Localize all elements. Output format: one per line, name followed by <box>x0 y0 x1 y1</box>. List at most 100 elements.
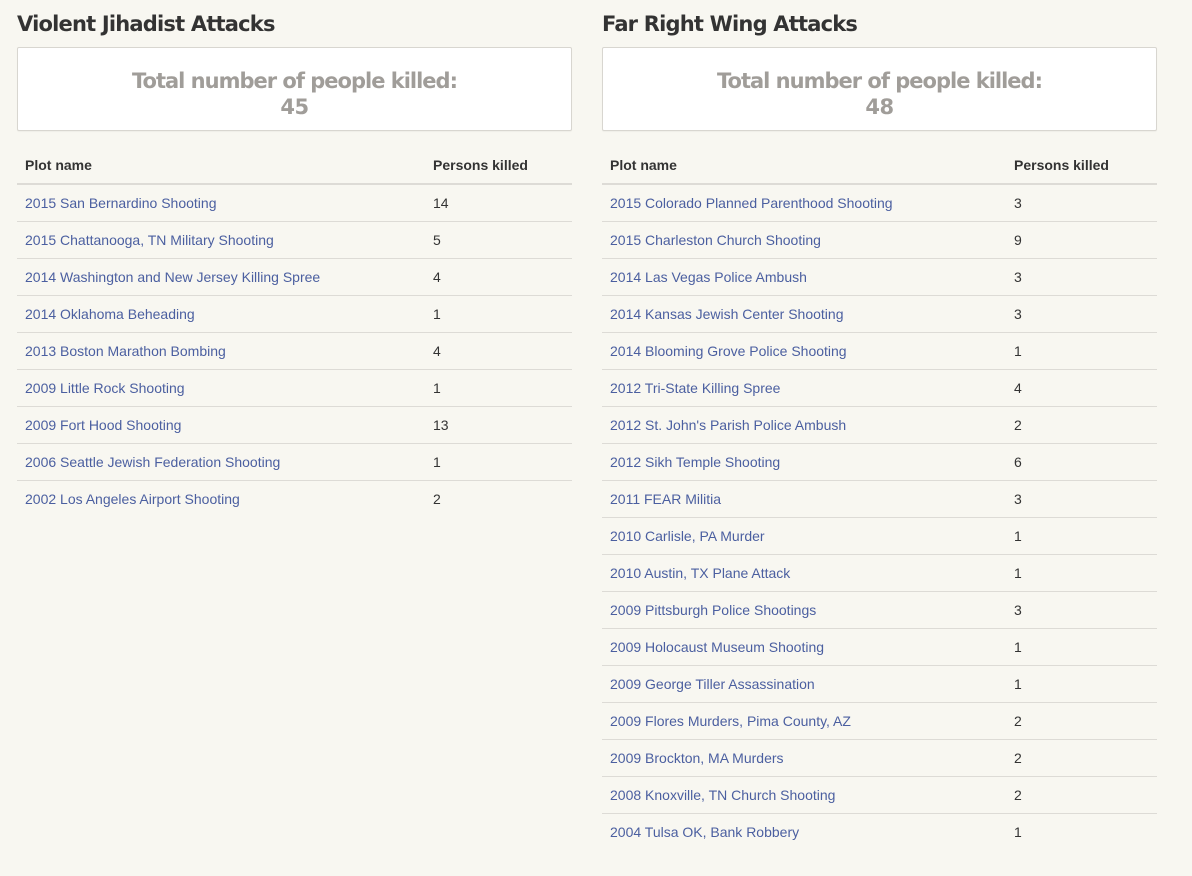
plot-name-cell: 2009 Little Rock Shooting <box>17 369 425 407</box>
persons-killed-cell: 3 <box>1006 258 1157 296</box>
plot-name-link[interactable]: 2014 Oklahoma Beheading <box>25 306 195 322</box>
persons-killed-cell: 3 <box>1006 295 1157 333</box>
persons-killed-cell: 1 <box>1006 554 1157 592</box>
plot-name-cell: 2010 Carlisle, PA Murder <box>602 517 1006 555</box>
plot-name-cell: 2008 Knoxville, TN Church Shooting <box>602 776 1006 814</box>
plot-name-link[interactable]: 2008 Knoxville, TN Church Shooting <box>610 787 835 803</box>
table-row: 2009 Fort Hood Shooting 13 <box>17 406 572 444</box>
table-row: 2009 George Tiller Assassination 1 <box>602 665 1157 703</box>
table-row: 2009 Holocaust Museum Shooting 1 <box>602 628 1157 666</box>
farright-table-body: 2015 Colorado Planned Parenthood Shootin… <box>602 184 1157 850</box>
plot-name-link[interactable]: 2013 Boston Marathon Bombing <box>25 343 226 359</box>
table-row: 2009 Flores Murders, Pima County, AZ 2 <box>602 702 1157 740</box>
plot-name-cell: 2009 Brockton, MA Murders <box>602 739 1006 777</box>
table-row: 2010 Austin, TX Plane Attack 1 <box>602 554 1157 592</box>
plot-name-link[interactable]: 2009 George Tiller Assassination <box>610 676 815 692</box>
persons-killed-cell: 1 <box>1006 332 1157 370</box>
persons-killed-cell: 14 <box>425 184 572 222</box>
plot-name-cell: 2013 Boston Marathon Bombing <box>17 332 425 370</box>
plot-name-cell: 2014 Kansas Jewish Center Shooting <box>602 295 1006 333</box>
persons-killed-cell: 13 <box>425 406 572 444</box>
table-row: 2014 Kansas Jewish Center Shooting 3 <box>602 295 1157 333</box>
plot-name-link[interactable]: 2009 Little Rock Shooting <box>25 380 185 396</box>
persons-killed-cell: 2 <box>1006 406 1157 444</box>
table-row: 2002 Los Angeles Airport Shooting 2 <box>17 481 572 518</box>
jihadist-table-body: 2015 San Bernardino Shooting 14 2015 Chatt… <box>17 184 572 517</box>
persons-killed-cell: 3 <box>1006 591 1157 629</box>
persons-killed-cell: 2 <box>433 491 441 507</box>
persons-killed-cell: 1 <box>1014 824 1022 840</box>
plot-name-link[interactable]: 2012 St. John's Parish Police Ambush <box>610 417 846 433</box>
plot-name-link[interactable]: 2014 Kansas Jewish Center Shooting <box>610 306 843 322</box>
plot-name-cell: 2012 Sikh Temple Shooting <box>602 443 1006 481</box>
plot-name-cell: 2006 Seattle Jewish Federation Shooting <box>17 443 425 481</box>
table-row: 2009 Little Rock Shooting 1 <box>17 369 572 407</box>
table-header-row: Plot name Persons killed <box>602 147 1157 185</box>
plot-name-link[interactable]: 2009 Fort Hood Shooting <box>25 417 181 433</box>
plot-name-link[interactable]: 2009 Holocaust Museum Shooting <box>610 639 824 655</box>
persons-killed-cell: 1 <box>425 295 572 333</box>
jihadist-table: Plot name Persons killed 2015 San Bernar… <box>17 147 572 517</box>
persons-killed-cell: 1 <box>425 443 572 481</box>
table-row: 2004 Tulsa OK, Bank Robbery 1 <box>602 814 1157 851</box>
plot-name-link[interactable]: 2006 Seattle Jewish Federation Shooting <box>25 454 280 470</box>
plot-name-cell: 2004 Tulsa OK, Bank Robbery <box>602 814 1006 851</box>
table-row: 2014 Washington and New Jersey Killing S… <box>17 258 572 296</box>
persons-killed-cell: 4 <box>425 258 572 296</box>
table-header-row: Plot name Persons killed <box>17 147 572 185</box>
table-row: 2009 Pittsburgh Police Shootings 3 <box>602 591 1157 629</box>
plot-name-link[interactable]: 2009 Flores Murders, Pima County, AZ <box>610 713 851 729</box>
table-row: 2012 St. John's Parish Police Ambush 2 <box>602 406 1157 444</box>
plot-name-cell: 2015 San Bernardino Shooting <box>17 184 425 222</box>
plot-name-cell: 2009 Holocaust Museum Shooting <box>602 628 1006 666</box>
persons-killed-cell: 2 <box>1006 776 1157 814</box>
table-row: 2006 Seattle Jewish Federation Shooting 1 <box>17 443 572 481</box>
farright-total-label: Total number of people killed: <box>716 69 1043 93</box>
farright-table: Plot name Persons killed 2015 Colorado P… <box>602 147 1157 850</box>
table-row: 2015 San Bernardino Shooting 14 <box>17 184 572 222</box>
plot-name-link[interactable]: 2015 Charleston Church Shooting <box>610 232 821 248</box>
jihadist-total-value: 45 <box>280 95 309 119</box>
plot-name-link[interactable]: 2012 Sikh Temple Shooting <box>610 454 780 470</box>
table-row: 2015 Chattanooga, TN Military Shooting 5 <box>17 221 572 259</box>
plot-name-cell: 2014 Washington and New Jersey Killing S… <box>17 258 425 296</box>
plot-name-link[interactable]: 2015 Colorado Planned Parenthood Shootin… <box>610 195 893 211</box>
plot-name-link[interactable]: 2009 Brockton, MA Murders <box>610 750 784 766</box>
jihadist-total-box: Total number of people killed: 45 <box>17 47 572 131</box>
table-row: 2010 Carlisle, PA Murder 1 <box>602 517 1157 555</box>
plot-name-link[interactable]: 2012 Tri-State Killing Spree <box>610 380 780 396</box>
jihadist-total-label: Total number of people killed: <box>131 69 458 93</box>
plot-name-link[interactable]: 2011 FEAR Militia <box>610 491 721 507</box>
persons-killed-cell: 2 <box>1006 702 1157 740</box>
plot-name-link[interactable]: 2002 Los Angeles Airport Shooting <box>25 491 240 507</box>
persons-killed-cell: 2 <box>1006 739 1157 777</box>
farright-total-box: Total number of people killed: 48 <box>602 47 1157 131</box>
jihadist-panel: Violent Jihadist Attacks Total number of… <box>17 0 572 517</box>
plot-name-cell: 2009 Fort Hood Shooting <box>17 406 425 444</box>
persons-killed-cell: 5 <box>425 221 572 259</box>
plot-name-cell: 2014 Oklahoma Beheading <box>17 295 425 333</box>
table-row: 2011 FEAR Militia 3 <box>602 480 1157 518</box>
farright-title: Far Right Wing Attacks <box>602 12 858 36</box>
persons-killed-cell: 4 <box>1006 369 1157 407</box>
plot-name-link[interactable]: 2014 Blooming Grove Police Shooting <box>610 343 847 359</box>
plot-name-link[interactable]: 2014 Washington and New Jersey Killing S… <box>25 269 320 285</box>
plot-name-link[interactable]: 2014 Las Vegas Police Ambush <box>610 269 807 285</box>
plot-name-link[interactable]: 2010 Austin, TX Plane Attack <box>610 565 790 581</box>
persons-killed-cell: 1 <box>1006 628 1157 666</box>
table-row: 2015 Charleston Church Shooting 9 <box>602 221 1157 259</box>
farright-total-value: 48 <box>865 95 894 119</box>
plot-name-cell: 2009 Flores Murders, Pima County, AZ <box>602 702 1006 740</box>
plot-name-link[interactable]: 2004 Tulsa OK, Bank Robbery <box>610 824 799 840</box>
plot-name-cell: 2010 Austin, TX Plane Attack <box>602 554 1006 592</box>
plot-name-cell: 2014 Las Vegas Police Ambush <box>602 258 1006 296</box>
plot-name-link[interactable]: 2010 Carlisle, PA Murder <box>610 528 765 544</box>
plot-name-link[interactable]: 2015 Chattanooga, TN Military Shooting <box>25 232 274 248</box>
table-row: 2013 Boston Marathon Bombing 4 <box>17 332 572 370</box>
plot-name-link[interactable]: 2015 San Bernardino Shooting <box>25 195 216 211</box>
plot-name-cell: 2014 Blooming Grove Police Shooting <box>602 332 1006 370</box>
persons-killed-cell: 1 <box>1006 665 1157 703</box>
plot-name-cell: 2015 Charleston Church Shooting <box>602 221 1006 259</box>
plot-name-link[interactable]: 2009 Pittsburgh Police Shootings <box>610 602 816 618</box>
plot-name-header: Plot name <box>17 147 425 185</box>
